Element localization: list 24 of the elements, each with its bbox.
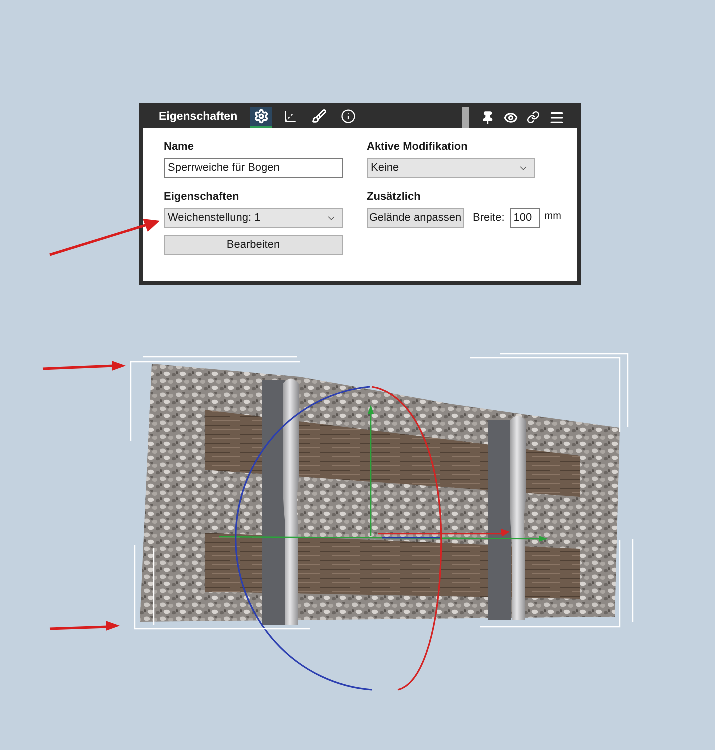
brush-icon (312, 109, 326, 124)
edit-button[interactable]: Bearbeiten (164, 235, 343, 255)
info-icon (340, 109, 356, 124)
field-label: Aktive Modifikation (367, 141, 469, 153)
axes-icon (282, 109, 298, 124)
field-label: Eigenschaften (164, 191, 240, 203)
field-label: Zusätzlich (367, 191, 422, 203)
dropdown[interactable]: Keine (367, 158, 535, 178)
eye-icon[interactable] (504, 110, 518, 124)
drag-handle[interactable] (462, 107, 469, 128)
menu-icon[interactable] (549, 110, 565, 126)
terrain-button[interactable]: Gelände anpassen (367, 208, 464, 228)
pin-icon[interactable] (481, 110, 495, 124)
panel-title: Eigenschaften (159, 110, 239, 125)
link-icon[interactable] (527, 111, 540, 124)
gear-icon (254, 109, 268, 124)
name-field[interactable]: Sperrweiche für Bogen (164, 158, 343, 178)
width-label: Breite: (473, 210, 505, 226)
tab[interactable] (250, 107, 272, 128)
dropdown[interactable]: Weichenstellung: 1 (164, 208, 343, 228)
unit-label: mm (544, 210, 562, 224)
field-label: Name (164, 141, 195, 153)
pointer-arrow (50, 621, 120, 631)
width-field[interactable]: 100 (510, 208, 540, 228)
